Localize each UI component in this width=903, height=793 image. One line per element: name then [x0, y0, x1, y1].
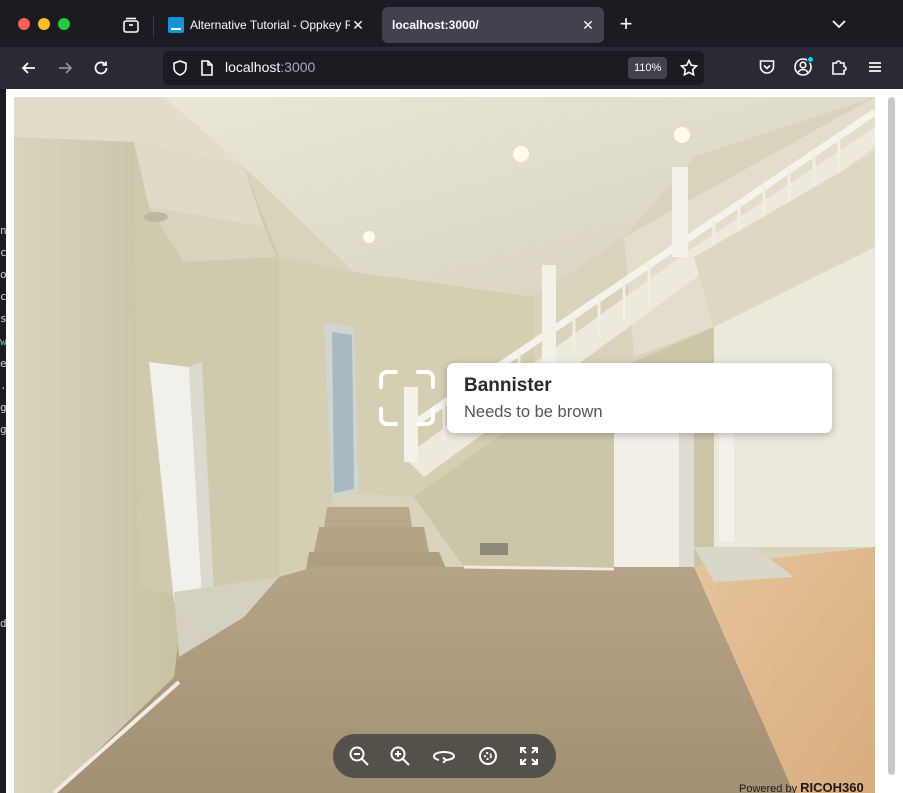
chevron-down-icon[interactable] — [829, 14, 849, 34]
url-bar[interactable]: localhost:3000 110% — [163, 51, 704, 85]
hotspot-description: Needs to be brown — [464, 403, 603, 421]
powered-by-label: Powered by RICOH360 — [739, 780, 864, 793]
puzzle-icon[interactable] — [829, 57, 849, 77]
notification-dot — [807, 56, 814, 63]
window-close-button[interactable] — [18, 18, 30, 30]
url-host: localhost — [225, 59, 281, 75]
hamburger-icon[interactable] — [865, 57, 885, 77]
arrow-right-icon[interactable] — [53, 56, 77, 80]
hotspot-marker[interactable] — [378, 369, 436, 427]
url-text[interactable]: localhost:3000 — [225, 59, 315, 75]
pocket-icon[interactable] — [757, 57, 777, 77]
star-icon[interactable] — [679, 58, 699, 78]
page-content: Bannister Needs to be brown Powered by R… — [6, 89, 903, 793]
window-zoom-button[interactable] — [58, 18, 70, 30]
page-scrollbar[interactable] — [888, 97, 895, 775]
tab-alternative-tutorial[interactable]: Alternative Tutorial - Oppkey RIC ✕ — [160, 7, 374, 43]
page-icon[interactable] — [199, 59, 215, 77]
powered-by-prefix: Powered by — [739, 783, 798, 793]
viewer-navbar — [333, 734, 556, 778]
shield-icon[interactable] — [171, 59, 189, 77]
hotspot-title: Bannister — [464, 375, 552, 396]
plus-icon[interactable]: + — [615, 13, 637, 35]
hotspot-tooltip: Bannister Needs to be brown — [447, 363, 832, 433]
tab-strip: Alternative Tutorial - Oppkey RIC ✕ loca… — [0, 0, 903, 47]
url-port: :3000 — [280, 59, 316, 75]
account-icon[interactable] — [793, 56, 814, 77]
rotate-icon[interactable] — [432, 744, 456, 768]
autorotate-icon[interactable] — [476, 744, 500, 768]
tab-title: localhost:3000/ — [392, 18, 479, 32]
arrow-left-icon[interactable] — [17, 56, 41, 80]
tab-title: Alternative Tutorial - Oppkey RIC — [190, 18, 350, 32]
close-icon[interactable]: ✕ — [350, 17, 366, 33]
zoom-out-icon[interactable] — [347, 744, 371, 768]
reload-icon[interactable] — [89, 56, 113, 80]
fullscreen-icon[interactable] — [517, 744, 541, 768]
zoom-level-badge[interactable]: 110% — [628, 57, 668, 79]
tab-separator — [153, 15, 154, 37]
close-icon[interactable]: ✕ — [580, 17, 596, 33]
tab-localhost[interactable]: localhost:3000/ ✕ — [382, 7, 604, 43]
window-minimize-button[interactable] — [38, 18, 50, 30]
powered-by-brand: RICOH360 — [800, 780, 864, 793]
zoom-in-icon[interactable] — [388, 744, 412, 768]
panorama-image[interactable] — [14, 97, 875, 793]
panorama-viewer[interactable]: Bannister Needs to be brown Powered by R… — [14, 97, 875, 793]
navigation-toolbar: localhost:3000 110% — [0, 47, 903, 89]
site-favicon — [168, 17, 184, 33]
tab-overview-icon[interactable] — [120, 14, 142, 36]
